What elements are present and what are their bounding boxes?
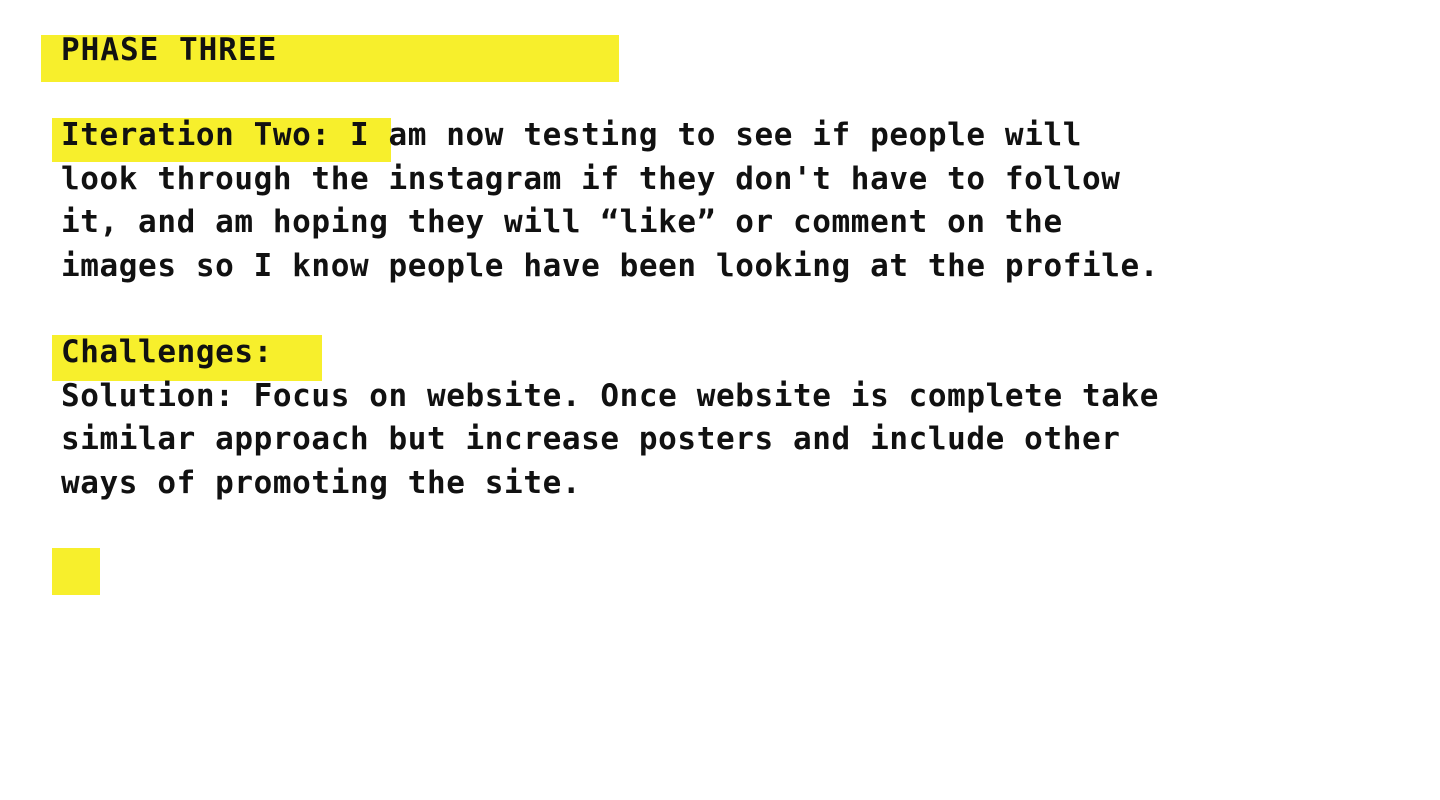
decorative-yellow-square [52,548,100,595]
challenges-label: Challenges: [61,334,273,370]
iteration-label: Iteration Two: [61,117,331,153]
challenges-paragraph: Challenges: Solution: Focus on website. … [61,331,1421,505]
challenges-text: Solution: Focus on website. Once website… [61,377,1160,501]
iteration-paragraph: Iteration Two: I am now testing to see i… [61,114,1421,288]
phase-title: PHASE THREE [61,32,278,68]
